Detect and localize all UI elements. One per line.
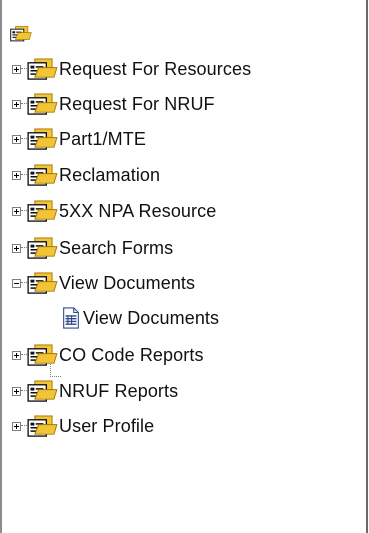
tree-item-search-forms[interactable]: Search Forms — [12, 236, 173, 260]
tree-child-view-documents[interactable]: View Documents — [60, 306, 219, 330]
tree-item-label[interactable]: Part1/MTE — [59, 128, 146, 150]
expand-toggle-icon[interactable] — [12, 243, 21, 253]
tree-item-label[interactable]: View Documents — [83, 307, 219, 329]
folder-doc-icon — [27, 237, 58, 260]
expand-toggle-icon[interactable] — [12, 350, 21, 360]
folder-doc-icon — [27, 128, 58, 151]
collapse-toggle-icon[interactable] — [12, 278, 21, 288]
expand-toggle-icon[interactable] — [12, 170, 21, 180]
tree-item-label[interactable]: Request For NRUF — [59, 93, 215, 115]
root-folder-icon[interactable] — [10, 24, 32, 44]
tree-left-border — [0, 0, 2, 533]
tree-item-label[interactable]: 5XX NPA Resource — [59, 200, 216, 222]
expand-toggle-icon[interactable] — [12, 134, 21, 144]
folder-doc-icon — [27, 380, 58, 403]
tree-item-request-for-resources[interactable]: Request For Resources — [12, 57, 251, 81]
expand-toggle-icon[interactable] — [12, 64, 21, 74]
folder-doc-icon — [27, 93, 58, 116]
tree-item-label[interactable]: Search Forms — [59, 237, 173, 259]
folder-doc-icon — [27, 344, 58, 367]
expand-toggle-icon[interactable] — [12, 99, 21, 109]
expand-toggle-icon[interactable] — [12, 421, 21, 431]
tree-item-co-code-reports[interactable]: CO Code Reports — [12, 343, 204, 367]
folder-doc-icon — [27, 200, 58, 223]
tree-item-label[interactable]: NRUF Reports — [59, 380, 178, 402]
folder-doc-icon — [27, 415, 58, 438]
expand-toggle-icon[interactable] — [12, 386, 21, 396]
tree-item-request-for-nruf[interactable]: Request For NRUF — [12, 92, 215, 116]
tree-item-label[interactable]: Request For Resources — [59, 58, 251, 80]
tree-item-label[interactable]: View Documents — [59, 272, 195, 294]
folder-doc-icon — [27, 164, 58, 187]
tree-item-label[interactable]: Reclamation — [59, 164, 160, 186]
navigation-tree: Request For Resources Request For NRUF P… — [0, 0, 368, 533]
tree-item-view-documents[interactable]: View Documents — [12, 271, 195, 295]
expand-toggle-icon[interactable] — [12, 206, 21, 216]
folder-doc-icon — [27, 58, 58, 81]
tree-item-label[interactable]: CO Code Reports — [59, 344, 204, 366]
tree-item-reclamation[interactable]: Reclamation — [12, 163, 160, 187]
tree-item-user-profile[interactable]: User Profile — [12, 414, 154, 438]
tree-item-part1-mte[interactable]: Part1/MTE — [12, 127, 146, 151]
tree-item-5xx-npa-resource[interactable]: 5XX NPA Resource — [12, 199, 216, 223]
tree-item-label[interactable]: User Profile — [59, 415, 154, 437]
folder-doc-icon — [27, 272, 58, 295]
document-icon — [60, 307, 82, 329]
tree-item-nruf-reports[interactable]: NRUF Reports — [12, 379, 178, 403]
